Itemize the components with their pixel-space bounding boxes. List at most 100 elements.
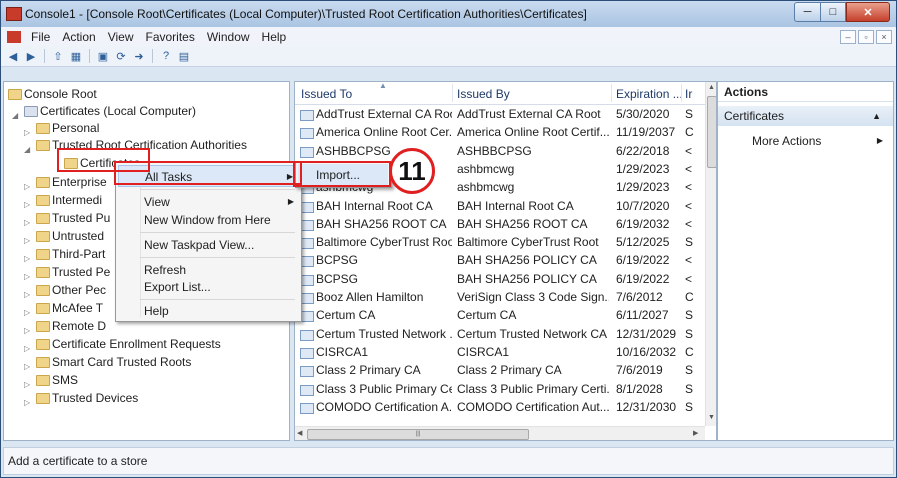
table-row[interactable]: CISRCA1 CISRCA1 10/16/2032 C — [295, 343, 705, 361]
table-row[interactable]: BCPSG BAH SHA256 POLICY CA 6/19/2022 < — [295, 251, 705, 269]
table-row[interactable]: BAH SHA256 ROOT CA BAH SHA256 ROOT CA 6/19… — [295, 215, 705, 233]
table-row[interactable]: BCPSG BAH SHA256 POLICY CA 6/19/2022 < — [295, 270, 705, 288]
show-hide-tree-icon[interactable]: ▦ — [68, 48, 84, 64]
collapsed-arrow-icon[interactable]: ▷ — [24, 196, 30, 214]
table-row[interactable]: America Online Root Cer... America Online… — [295, 123, 705, 141]
collapsed-arrow-icon[interactable]: ▷ — [24, 232, 30, 250]
column-issued-to[interactable]: Issued To — [301, 87, 352, 101]
cell-expiration: 7/6/2012 — [616, 290, 663, 304]
column-expiration[interactable]: Expiration ... — [616, 87, 683, 101]
context-menu: All Tasks ▶ View ▶ New Window from Here … — [115, 162, 302, 322]
menu-view[interactable]: View — [102, 30, 140, 44]
folder-icon — [8, 89, 22, 100]
cell-issued-by: AddTrust External CA Root — [457, 107, 601, 121]
cell-intended: < — [685, 143, 693, 158]
maximize-button[interactable]: □ — [820, 2, 846, 22]
menu-action[interactable]: Action — [56, 30, 101, 44]
collapsed-arrow-icon[interactable]: ▷ — [24, 250, 30, 268]
step-number-badge: 11 — [389, 148, 435, 194]
expanded-arrow-icon[interactable]: ◢ — [24, 141, 30, 159]
help-icon[interactable]: ? — [158, 48, 174, 64]
folder-icon — [36, 285, 50, 296]
column-divider[interactable] — [452, 84, 453, 102]
cell-issued-by: ashbmcwg — [457, 161, 515, 176]
scroll-left-icon[interactable]: ◀ — [297, 429, 302, 437]
table-row[interactable]: Booz Allen Hamilton VeriSign Class 3 Code… — [295, 288, 705, 306]
horizontal-scrollbar[interactable]: ◀ ||| ▶ — [295, 426, 705, 440]
collapsed-arrow-icon[interactable]: ▷ — [24, 178, 30, 196]
menu-file[interactable]: File — [25, 30, 56, 44]
certificate-icon — [300, 347, 314, 359]
cell-expiration: 6/19/2022 — [616, 271, 670, 286]
properties-icon[interactable]: ▣ — [95, 48, 111, 64]
cell-issued-to: Certum Trusted Network ... — [316, 326, 452, 341]
menu-window[interactable]: Window — [201, 30, 256, 44]
forward-arrow-icon[interactable]: ▶ — [23, 48, 39, 64]
scroll-up-icon[interactable]: ▲ — [708, 84, 715, 91]
show-action-pane-icon[interactable]: ▤ — [176, 48, 192, 64]
collapsed-arrow-icon[interactable]: ▷ — [24, 124, 30, 142]
console-menu-icon[interactable] — [7, 30, 21, 43]
collapsed-arrow-icon[interactable]: ▷ — [24, 322, 30, 340]
column-divider[interactable] — [611, 84, 612, 102]
mdi-restore-button[interactable]: ▫ — [858, 30, 874, 44]
menu-favorites[interactable]: Favorites — [140, 30, 201, 44]
horizontal-scroll-thumb[interactable]: ||| — [307, 429, 529, 440]
back-arrow-icon[interactable]: ◀ — [5, 48, 21, 64]
close-button[interactable]: ✕ — [846, 2, 890, 22]
folder-icon — [36, 267, 50, 278]
table-row[interactable]: BAH Internal Root CA BAH Internal Root CA… — [295, 197, 705, 215]
cell-intended: S — [685, 363, 694, 378]
column-issued-by[interactable]: Issued By — [457, 87, 510, 101]
cell-issued-by: CISRCA1 — [457, 344, 510, 359]
table-row[interactable]: Class 3 Public Primary Ce... Class 3 Publ… — [295, 380, 705, 398]
up-folder-icon[interactable]: ⇧ — [50, 48, 66, 64]
cell-issued-by: Class 3 Public Primary Certi... — [457, 381, 609, 396]
mdi-minimize-button[interactable]: – — [840, 30, 856, 44]
menu-item-new-taskpad[interactable]: New Taskpad View... — [118, 234, 298, 256]
column-intended[interactable]: Ir — [685, 87, 692, 101]
collapsed-arrow-icon[interactable]: ▷ — [24, 304, 30, 322]
table-row[interactable]: Certum Trusted Network ... Certum Trusted… — [295, 325, 705, 343]
table-row[interactable]: AddTrust External CA Root AddTrust Extern… — [295, 105, 705, 123]
cell-expiration: 12/31/2029 — [616, 326, 677, 341]
minimize-button[interactable]: ─ — [794, 2, 820, 22]
table-row[interactable]: COMODO Certification A... COMODO Certific… — [295, 398, 705, 416]
collapsed-arrow-icon[interactable]: ▷ — [24, 268, 30, 286]
export-list-icon[interactable]: ➜ — [131, 48, 147, 64]
menu-item-new-window[interactable]: New Window from Here — [118, 209, 298, 231]
certificate-icon — [300, 311, 314, 323]
scroll-right-icon[interactable]: ▶ — [693, 429, 698, 437]
cell-issued-to: Booz Allen Hamilton — [316, 290, 424, 304]
mdi-close-button[interactable]: × — [876, 30, 892, 44]
folder-icon — [36, 375, 50, 386]
collapsed-arrow-icon[interactable]: ▷ — [24, 358, 30, 376]
actions-section-certificates[interactable]: Certificates ▲ — [718, 106, 893, 126]
collapsed-arrow-icon[interactable]: ▷ — [24, 340, 30, 358]
table-row[interactable]: ASHBBCPSG ASHBBCPSG 6/22/2018 < — [295, 142, 705, 160]
collapsed-arrow-icon[interactable]: ▷ — [24, 394, 30, 412]
collapsed-arrow-icon[interactable]: ▷ — [24, 286, 30, 304]
table-row[interactable]: Class 2 Primary CA Class 2 Primary CA 7/6/… — [295, 361, 705, 379]
column-header: Issued To ▲ Issued By Expiration ... Ir — [295, 82, 715, 105]
menu-item-export-list[interactable]: Export List... — [118, 276, 298, 298]
certificate-icon — [300, 366, 314, 378]
refresh-icon[interactable]: ⟳ — [113, 48, 129, 64]
more-actions-link[interactable]: More Actions ▶ — [718, 132, 893, 150]
collapsed-arrow-icon[interactable]: ▷ — [24, 376, 30, 394]
vertical-scroll-thumb[interactable] — [707, 96, 716, 168]
table-row[interactable]: Baltimore CyberTrust Root Baltimore Cyber… — [295, 233, 705, 251]
cell-intended: S — [685, 326, 694, 341]
menu-item-help[interactable]: Help — [118, 300, 298, 322]
folder-icon — [36, 123, 50, 134]
vertical-scrollbar[interactable]: ▲ ▼ — [705, 82, 716, 426]
actions-pane: Actions Certificates ▲ More Actions ▶ — [717, 81, 894, 441]
certificate-icon — [300, 238, 314, 250]
menu-help[interactable]: Help — [256, 30, 293, 44]
collapsed-arrow-icon[interactable]: ▷ — [24, 214, 30, 232]
collapse-up-icon[interactable]: ▲ — [872, 106, 881, 126]
scroll-down-icon[interactable]: ▼ — [708, 414, 715, 421]
column-divider[interactable] — [681, 84, 682, 102]
table-row[interactable]: Certum CA Certum CA 6/11/2027 S — [295, 306, 705, 324]
expanded-arrow-icon[interactable]: ◢ — [12, 107, 18, 125]
